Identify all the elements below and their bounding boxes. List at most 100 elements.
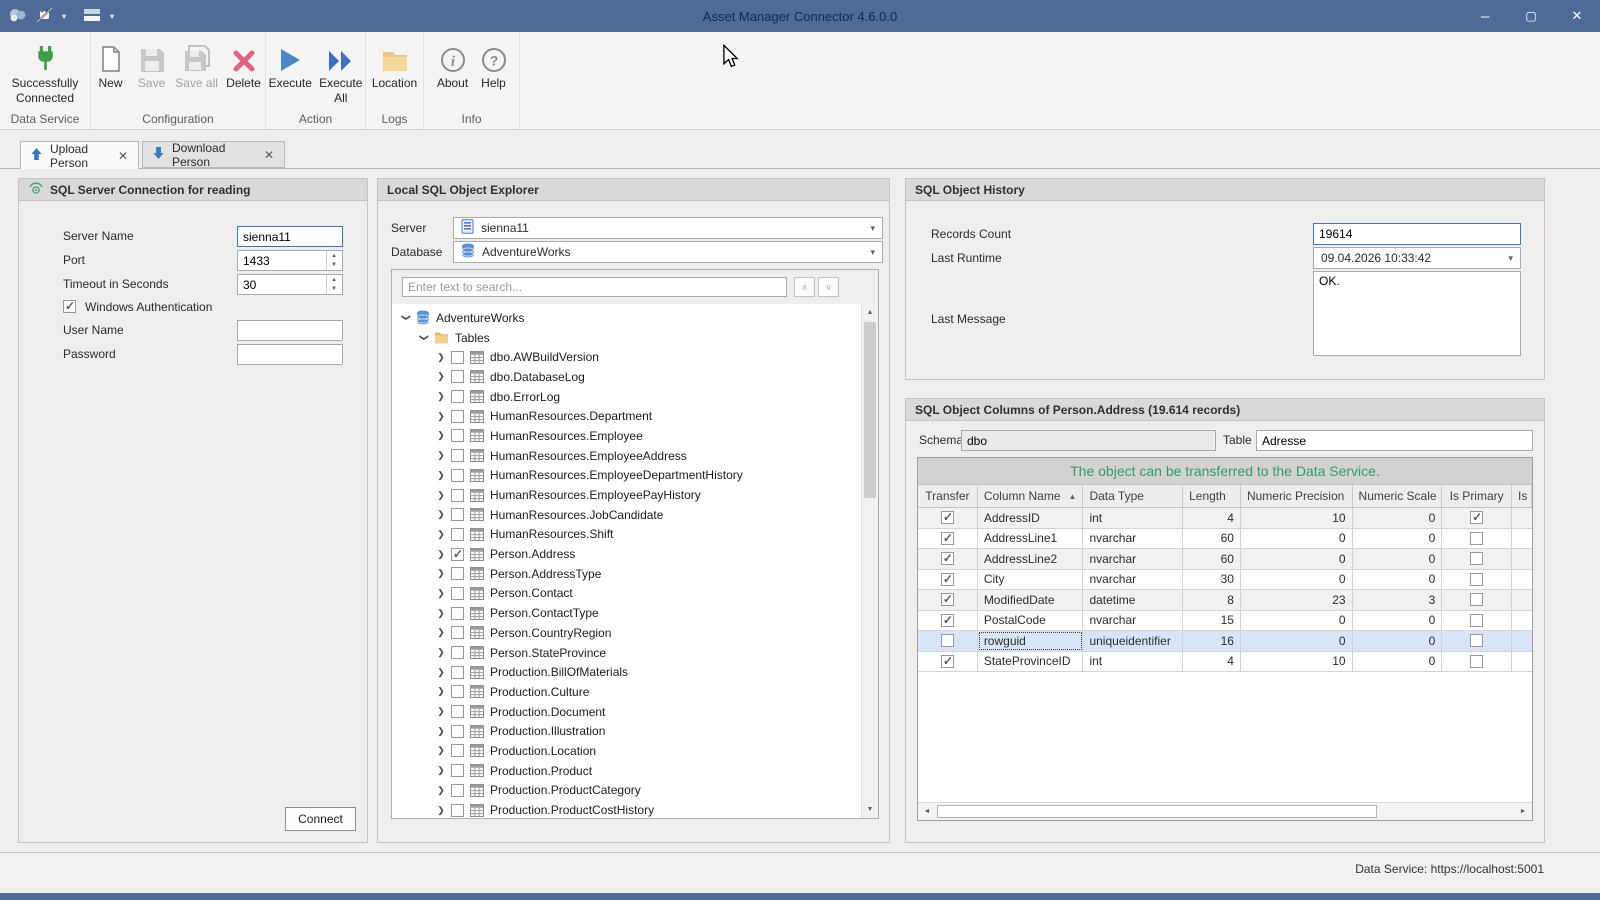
- tree-item-checkbox[interactable]: [451, 449, 464, 462]
- tree-item[interactable]: ❯HumanResources.Shift: [393, 525, 861, 545]
- search-next-button[interactable]: ∨: [818, 277, 839, 297]
- expand-chevron-icon[interactable]: ❯: [435, 509, 447, 520]
- grid-column-header[interactable]: Length: [1183, 485, 1241, 507]
- expand-chevron-icon[interactable]: ❯: [435, 627, 447, 638]
- tree-item-checkbox[interactable]: [451, 508, 464, 521]
- tree-item[interactable]: ❯Person.StateProvince: [393, 643, 861, 663]
- grid-row[interactable]: AddressIDint4100: [918, 508, 1532, 529]
- expand-chevron-icon[interactable]: ❯: [435, 647, 447, 658]
- tree-item-checkbox[interactable]: [451, 685, 464, 698]
- tree-item-checkbox[interactable]: [451, 528, 464, 541]
- tree-item[interactable]: ❯Person.AddressType: [393, 564, 861, 584]
- tree-item[interactable]: ❯HumanResources.Department: [393, 406, 861, 426]
- table-input[interactable]: [1256, 430, 1533, 451]
- is-primary-checkbox[interactable]: [1470, 532, 1483, 545]
- is-primary-checkbox[interactable]: [1470, 634, 1483, 647]
- tree-item[interactable]: ❯Person.Contact: [393, 584, 861, 604]
- help-button[interactable]: ? Help: [476, 41, 512, 91]
- window-layout-icon[interactable]: [83, 8, 101, 25]
- chevron-down-icon[interactable]: ▾: [58, 12, 70, 21]
- is-primary-checkbox[interactable]: [1470, 511, 1483, 524]
- grid-column-header[interactable]: Is Primary: [1442, 485, 1512, 507]
- close-button[interactable]: ✕: [1554, 0, 1600, 32]
- tree-item[interactable]: ❯dbo.AWBuildVersion: [393, 347, 861, 367]
- scrollbar-thumb[interactable]: [864, 322, 876, 498]
- expand-chevron-icon[interactable]: ❯: [435, 667, 447, 678]
- expand-chevron-icon[interactable]: ❯: [435, 490, 447, 501]
- tree-item-checkbox[interactable]: [451, 666, 464, 679]
- new-button[interactable]: New: [91, 41, 130, 91]
- grid-column-header[interactable]: Is: [1512, 485, 1532, 507]
- last-runtime-combo[interactable]: 09.04.2026 10:33:42 ▾: [1313, 247, 1521, 269]
- expand-chevron-icon[interactable]: ❯: [401, 312, 412, 324]
- minimize-button[interactable]: –: [1462, 0, 1508, 32]
- tree-item[interactable]: ❯dbo.ErrorLog: [393, 387, 861, 407]
- disconnect-icon[interactable]: [36, 7, 53, 26]
- tab-upload-person[interactable]: Upload Person ✕: [20, 141, 139, 169]
- chevron-down-icon[interactable]: ▾: [106, 12, 118, 21]
- delete-button[interactable]: Delete: [222, 41, 265, 91]
- expand-chevron-icon[interactable]: ❯: [435, 568, 447, 579]
- windows-auth-checkbox[interactable]: [63, 300, 76, 313]
- expand-chevron-icon[interactable]: ❯: [435, 785, 447, 796]
- tree-item-checkbox[interactable]: [451, 646, 464, 659]
- tree-item-checkbox[interactable]: [451, 587, 464, 600]
- tree-item[interactable]: ❯Person.CountryRegion: [393, 623, 861, 643]
- scroll-left-icon[interactable]: ◄: [918, 803, 936, 820]
- tree-item[interactable]: ❯Person.ContactType: [393, 603, 861, 623]
- tree-vertical-scrollbar[interactable]: ▲ ▼: [861, 304, 878, 818]
- grid-column-header[interactable]: Numeric Scale: [1353, 485, 1443, 507]
- grid-column-header[interactable]: Numeric Precision: [1241, 485, 1353, 507]
- is-primary-checkbox[interactable]: [1470, 614, 1483, 627]
- tree-item-checkbox[interactable]: [451, 764, 464, 777]
- grid-column-header[interactable]: Data Type: [1083, 485, 1183, 507]
- expand-chevron-icon[interactable]: ❯: [435, 805, 447, 816]
- grid-row[interactable]: AddressLine2nvarchar6000: [918, 549, 1532, 570]
- expand-chevron-icon[interactable]: ❯: [435, 352, 447, 363]
- expand-chevron-icon[interactable]: ❯: [435, 726, 447, 737]
- tree-item-checkbox[interactable]: [451, 725, 464, 738]
- tree-item[interactable]: ❯Person.Address: [393, 544, 861, 564]
- expand-chevron-icon[interactable]: ❯: [435, 549, 447, 560]
- tree-item-checkbox[interactable]: [451, 744, 464, 757]
- tree-item-checkbox[interactable]: [451, 351, 464, 364]
- grid-row[interactable]: StateProvinceIDint4100: [918, 652, 1532, 673]
- tree-item[interactable]: ❯HumanResources.EmployeeAddress: [393, 446, 861, 466]
- tree-item[interactable]: ❯dbo.DatabaseLog: [393, 367, 861, 387]
- tree-item-checkbox[interactable]: [451, 607, 464, 620]
- server-combo[interactable]: sienna11 ▾: [453, 217, 883, 239]
- expand-chevron-icon[interactable]: ❯: [435, 706, 447, 717]
- scroll-right-icon[interactable]: ►: [1514, 803, 1532, 820]
- grid-row[interactable]: PostalCodenvarchar1500: [918, 611, 1532, 632]
- maximize-button[interactable]: ▢: [1508, 0, 1554, 32]
- expand-chevron-icon[interactable]: ❯: [435, 450, 447, 461]
- tab-close-icon[interactable]: ✕: [264, 148, 274, 162]
- port-spinner[interactable]: ▲▼: [326, 251, 341, 270]
- schema-input[interactable]: [961, 430, 1216, 451]
- expand-chevron-icon[interactable]: ❯: [435, 371, 447, 382]
- tree-item[interactable]: ❯Production.Product: [393, 761, 861, 781]
- expand-chevron-icon[interactable]: ❯: [435, 608, 447, 619]
- tree-item[interactable]: ❯HumanResources.Employee: [393, 426, 861, 446]
- tab-download-person[interactable]: Download Person ✕: [142, 141, 285, 168]
- tree-item[interactable]: ❯Production.Illustration: [393, 721, 861, 741]
- tree-item-checkbox[interactable]: [451, 804, 464, 817]
- last-message-textarea[interactable]: OK.: [1313, 271, 1521, 356]
- save-all-button[interactable]: Save all: [173, 41, 220, 91]
- tree-item-checkbox[interactable]: [451, 410, 464, 423]
- expand-chevron-icon[interactable]: ❯: [435, 391, 447, 402]
- grid-horizontal-scrollbar[interactable]: ◄ ►: [918, 802, 1532, 820]
- password-input[interactable]: [237, 344, 343, 365]
- timeout-spinner[interactable]: ▲▼: [326, 275, 341, 294]
- tree-item-checkbox[interactable]: [451, 390, 464, 403]
- tree-item-checkbox[interactable]: [451, 626, 464, 639]
- tree-root-database[interactable]: ❯ AdventureWorks: [393, 308, 861, 328]
- transfer-checkbox[interactable]: [941, 532, 954, 545]
- expand-chevron-icon[interactable]: ❯: [435, 529, 447, 540]
- scrollbar-thumb[interactable]: [937, 805, 1377, 818]
- save-button[interactable]: Save: [132, 41, 171, 91]
- tree-item-checkbox[interactable]: [451, 567, 464, 580]
- expand-chevron-icon[interactable]: ❯: [435, 411, 447, 422]
- search-prev-button[interactable]: ∧: [794, 277, 815, 297]
- grid-column-header[interactable]: Transfer: [918, 485, 978, 507]
